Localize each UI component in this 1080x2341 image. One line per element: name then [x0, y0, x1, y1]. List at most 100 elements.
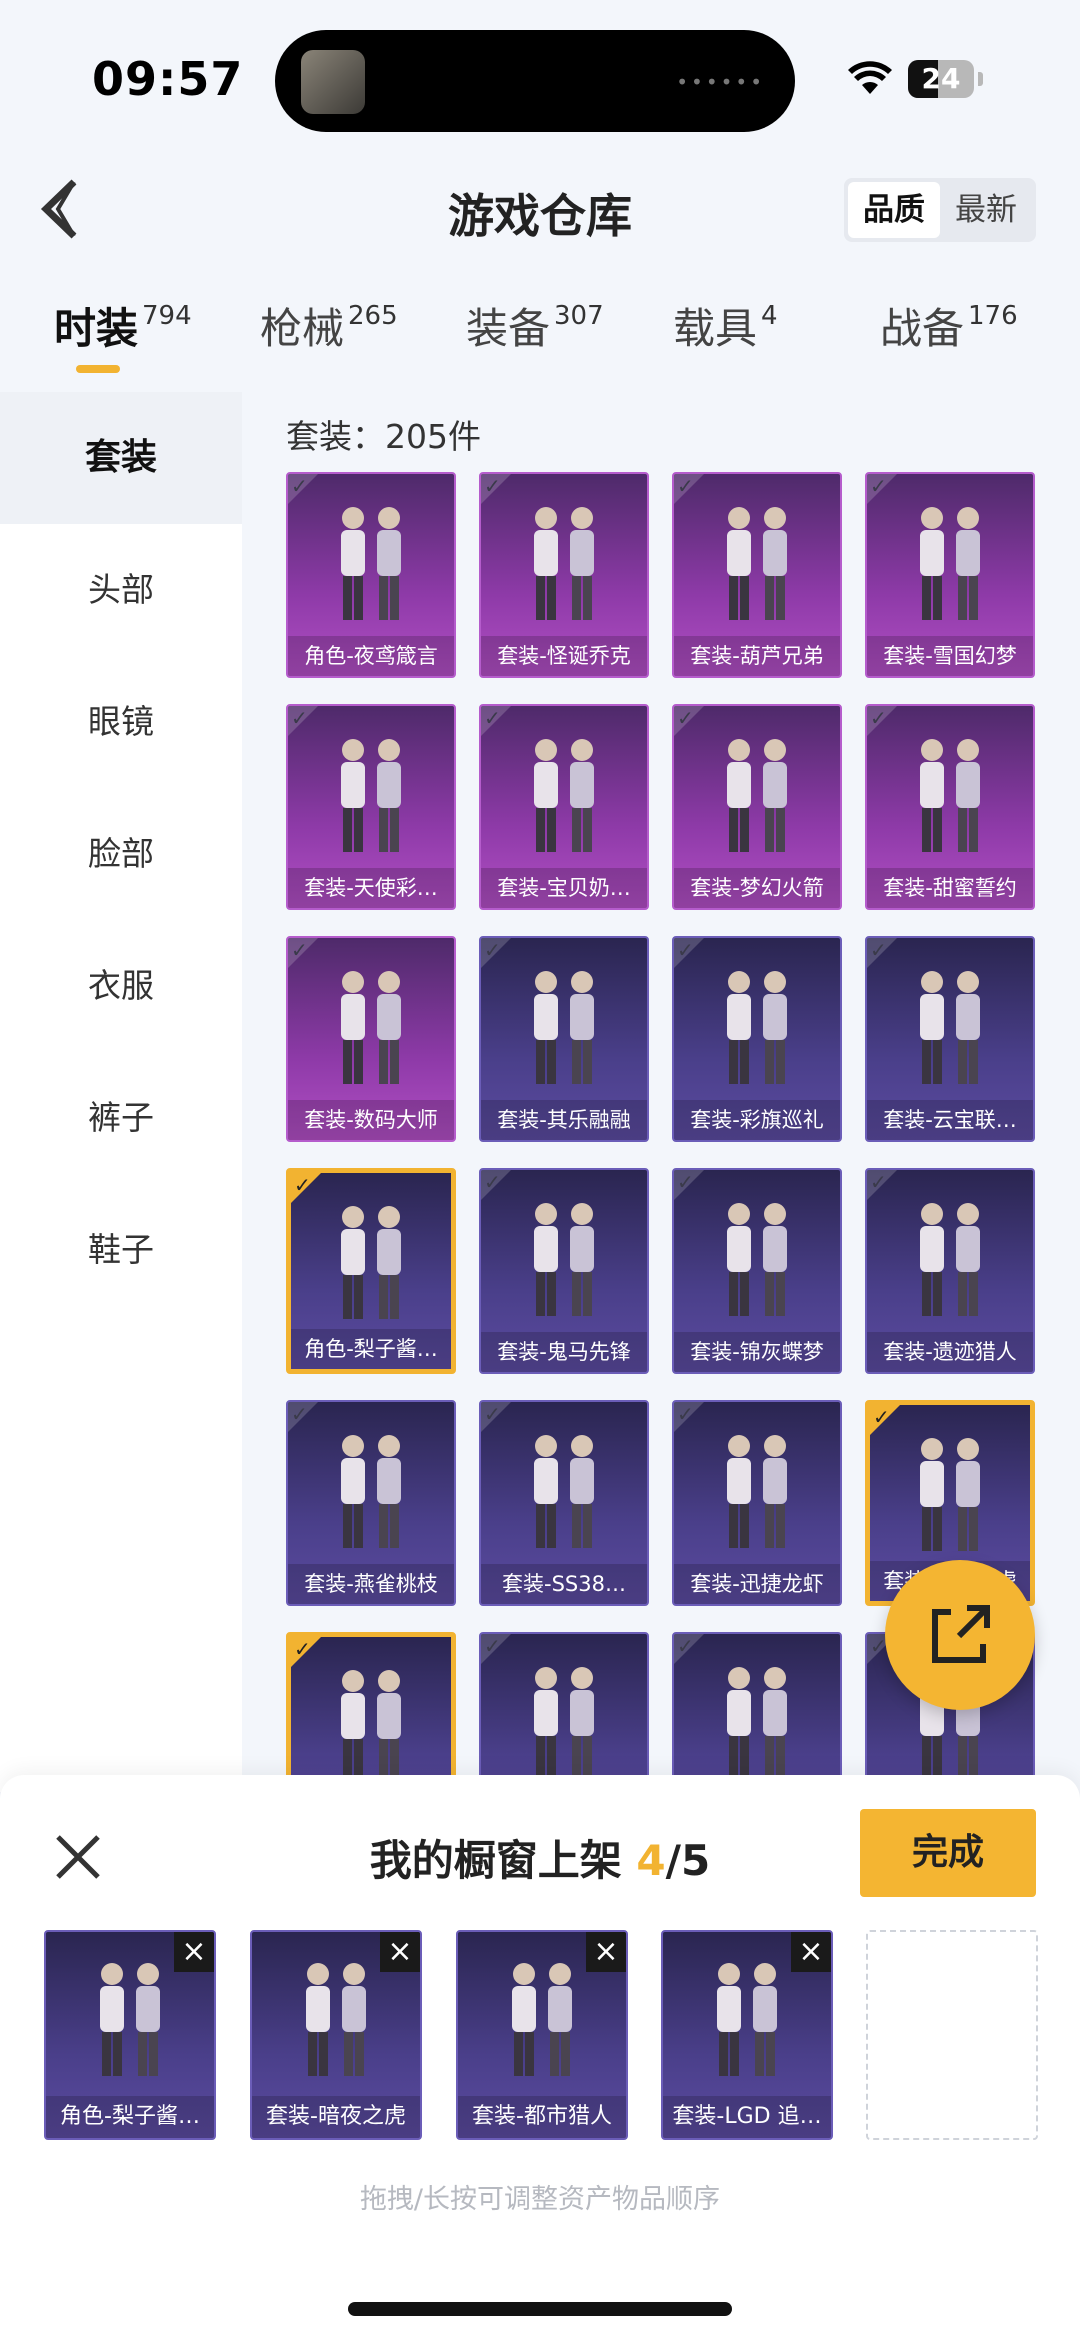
- outfit-card[interactable]: ✓ 套装-梦幻火箭: [672, 704, 842, 910]
- showcase-slot[interactable]: × 套装-LGD 追…: [661, 1930, 833, 2140]
- outfit-preview-image: [323, 1199, 419, 1331]
- checkmark-icon: ✓: [677, 1402, 694, 1426]
- sidebar-item-shoes[interactable]: 鞋子: [0, 1184, 242, 1316]
- showcase-slot-label: 套装-LGD 追…: [663, 2096, 831, 2138]
- sidebar-item-face[interactable]: 脸部: [0, 788, 242, 920]
- empty-showcase-slot[interactable]: [866, 1930, 1038, 2140]
- done-button[interactable]: 完成: [860, 1809, 1036, 1897]
- outfit-card[interactable]: ✓: [672, 1632, 842, 1792]
- island-media-thumbnail: [301, 50, 365, 114]
- checkmark-icon: ✓: [484, 1402, 501, 1426]
- share-button[interactable]: [885, 1560, 1035, 1710]
- checkmark-icon: ✓: [291, 1402, 308, 1426]
- outfit-preview-image: [709, 1660, 805, 1792]
- sort-toggle: 品质 最新: [844, 178, 1036, 242]
- outfit-card[interactable]: ✓ 套装-天使彩…: [286, 704, 456, 910]
- outfit-card[interactable]: ✓ 套装-鬼马先锋: [479, 1168, 649, 1374]
- outfit-card-label: 套装-锦灰蝶梦: [674, 1332, 840, 1372]
- outfit-card[interactable]: ✓ 套装-其乐融融: [479, 936, 649, 1142]
- showcase-slot[interactable]: × 角色-梨子酱…: [44, 1930, 216, 2140]
- remove-item-icon[interactable]: ×: [380, 1932, 420, 1972]
- outfit-card[interactable]: ✓ 套装-遗迹猎人: [865, 1168, 1035, 1374]
- tab-supplies[interactable]: 战备 176: [880, 295, 1018, 356]
- outfit-card[interactable]: ✓ 套装-彩旗巡礼: [672, 936, 842, 1142]
- outfit-card[interactable]: ✓ 套装-迅捷龙虾: [672, 1400, 842, 1606]
- showcase-sheet: 我的橱窗上架 4/5 完成 × 角色-梨子酱… × 套装-暗夜之虎 × 套装-都市猎人 × 套…: [0, 1775, 1080, 2341]
- checkmark-icon: ✓: [677, 938, 694, 962]
- checkmark-icon: ✓: [870, 474, 887, 498]
- remove-item-icon[interactable]: ×: [791, 1932, 831, 1972]
- remove-item-icon[interactable]: ×: [174, 1932, 214, 1972]
- outfit-preview-image: [709, 964, 805, 1096]
- tab-equipment[interactable]: 装备 307: [466, 295, 604, 356]
- outfit-card-label: 套装-怪诞乔克: [481, 636, 647, 676]
- outfit-card-label: 套装-SS38…: [481, 1564, 647, 1604]
- outfit-card[interactable]: ✓ 套装-SS38…: [479, 1400, 649, 1606]
- tab-vehicles[interactable]: 载具 4: [673, 295, 778, 356]
- checkmark-icon: ✓: [677, 474, 694, 498]
- outfit-card[interactable]: ✓ 角色-夜鸢箴言: [286, 472, 456, 678]
- sort-option-quality[interactable]: 品质: [848, 182, 940, 238]
- status-time: 09:57: [92, 52, 244, 106]
- outfit-preview-image: [82, 1956, 178, 2092]
- outfit-preview-image: [709, 1196, 805, 1328]
- outfit-preview-image: [516, 1660, 612, 1792]
- outfit-preview-image: [709, 732, 805, 864]
- sidebar-item-pants[interactable]: 裤子: [0, 1052, 242, 1184]
- tab-fashion[interactable]: 时装 794: [54, 295, 192, 356]
- outfit-card[interactable]: ✓ 套装-燕雀桃枝: [286, 1400, 456, 1606]
- dynamic-island: ••••••: [275, 30, 795, 132]
- showcase-slot[interactable]: × 套装-都市猎人: [456, 1930, 628, 2140]
- outfit-card-label: 套装-葫芦兄弟: [674, 636, 840, 676]
- outfit-card-label: 套装-彩旗巡礼: [674, 1100, 840, 1140]
- outfit-card-label: 套装-甜蜜誓约: [867, 868, 1033, 908]
- showcase-current-count: 4: [636, 1836, 666, 1885]
- tab-weapons[interactable]: 枪械 265: [260, 295, 398, 356]
- outfit-card[interactable]: ✓ 套装-怪诞乔克: [479, 472, 649, 678]
- outfit-card[interactable]: ✓ 套装-宝贝奶…: [479, 704, 649, 910]
- outfit-preview-image: [516, 500, 612, 632]
- share-export-icon: [932, 1605, 990, 1663]
- outfit-preview-image: [323, 732, 419, 864]
- outfit-card[interactable]: ✓: [286, 1632, 456, 1792]
- outfit-preview-image: [902, 732, 998, 864]
- sidebar-item-head[interactable]: 头部: [0, 524, 242, 656]
- checkmark-icon: ✓: [291, 706, 308, 730]
- checkmark-icon: ✓: [677, 706, 694, 730]
- tab-count: 265: [348, 301, 398, 331]
- showcase-slot-label: 套装-都市猎人: [458, 2096, 626, 2138]
- outfit-card-label: 套装-雪国幻梦: [867, 636, 1033, 676]
- checkmark-icon: ✓: [873, 1405, 890, 1429]
- outfit-card[interactable]: ✓ 套装-甜蜜誓约: [865, 704, 1035, 910]
- checkmark-icon: ✓: [677, 1634, 694, 1658]
- reorder-hint: 拖拽/长按可调整资产物品顺序: [359, 2184, 721, 2215]
- outfit-card[interactable]: ✓ 套装-数码大师: [286, 936, 456, 1142]
- outfit-card[interactable]: ✓ 套装-云宝联…: [865, 936, 1035, 1142]
- outfit-card-label: 套装-遗迹猎人: [867, 1332, 1033, 1372]
- tab-count: 4: [761, 301, 778, 331]
- sort-option-newest[interactable]: 最新: [940, 182, 1032, 238]
- outfit-card[interactable]: ✓ 套装-雪国幻梦: [865, 472, 1035, 678]
- checkmark-icon: ✓: [677, 1170, 694, 1194]
- tab-count: 176: [968, 301, 1018, 331]
- tab-count: 794: [142, 301, 192, 331]
- sidebar-item-clothes[interactable]: 衣服: [0, 920, 242, 1052]
- home-indicator: [348, 2302, 732, 2316]
- sidebar-item-glasses[interactable]: 眼镜: [0, 656, 242, 788]
- checkmark-icon: ✓: [870, 1170, 887, 1194]
- category-tabs: 时装 794 枪械 265 装备 307 载具 4 战备 176: [0, 295, 1080, 385]
- outfit-card[interactable]: ✓ 角色-梨子酱…: [286, 1168, 456, 1374]
- outfit-card-label: 套装-数码大师: [288, 1100, 454, 1140]
- sidebar-item-suits[interactable]: 套装: [0, 392, 242, 524]
- outfit-card[interactable]: ✓ 套装-锦灰蝶梦: [672, 1168, 842, 1374]
- outfit-card-label: 角色-梨子酱…: [291, 1329, 451, 1369]
- outfit-preview-image: [494, 1956, 590, 2092]
- outfit-preview-image: [516, 1428, 612, 1560]
- outfit-card[interactable]: ✓ 套装-葫芦兄弟: [672, 472, 842, 678]
- grid-count-label: 套装：205件: [286, 417, 481, 456]
- battery-level: 24: [921, 62, 961, 95]
- showcase-slot[interactable]: × 套装-暗夜之虎: [250, 1930, 422, 2140]
- outfit-preview-image: [709, 500, 805, 632]
- remove-item-icon[interactable]: ×: [586, 1932, 626, 1972]
- outfit-card[interactable]: ✓: [479, 1632, 649, 1792]
